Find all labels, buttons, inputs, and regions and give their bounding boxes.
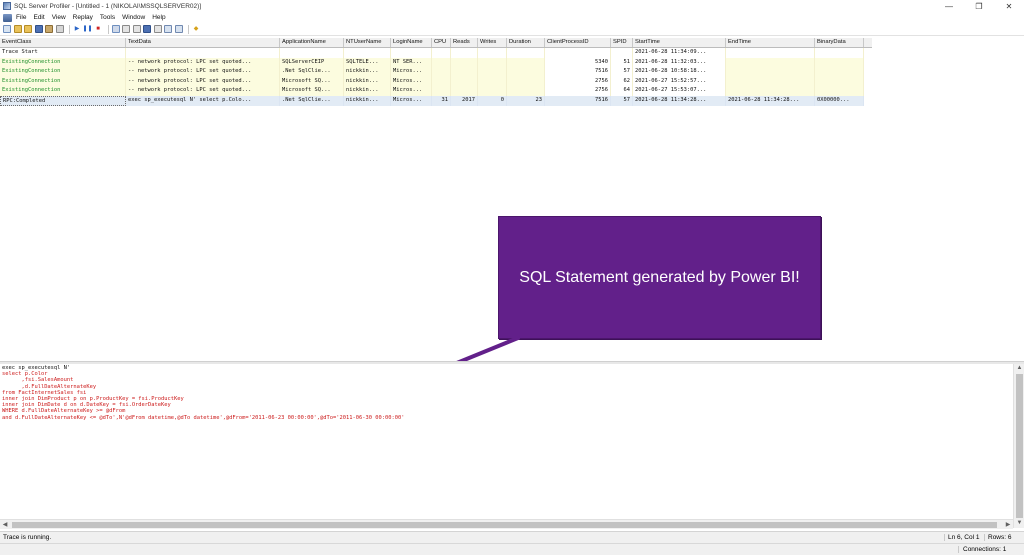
horizontal-scroll-thumb[interactable] bbox=[12, 522, 997, 528]
connection-count: Connections: 1 bbox=[958, 546, 1024, 553]
status-bar: Trace is running. Ln 6, Col 1 Rows: 6 bbox=[0, 531, 1024, 543]
scroll-right-icon[interactable]: ▶ bbox=[1003, 520, 1013, 530]
vertical-scroll-thumb[interactable] bbox=[1016, 374, 1023, 518]
status-message: Trace is running. bbox=[3, 534, 52, 541]
scroll-up-icon[interactable]: ▲ bbox=[1014, 364, 1024, 373]
scroll-left-icon[interactable]: ◀ bbox=[0, 520, 10, 530]
connection-status-bar: Connections: 1 bbox=[0, 543, 1024, 555]
scroll-down-icon[interactable]: ▼ bbox=[1014, 519, 1024, 528]
text-pane-vertical-scrollbar[interactable]: ▲ ▼ bbox=[1013, 364, 1024, 528]
sql-line: and d.FullDateAlternateKey <= @dTo',N'@d… bbox=[2, 414, 405, 421]
text-pane-horizontal-scrollbar[interactable]: ◀ ▶ bbox=[0, 519, 1013, 529]
row-count: Rows: 6 bbox=[984, 534, 1024, 541]
sql-text-pane[interactable]: exec sp_executesql N' select p.Color ,fs… bbox=[0, 364, 1013, 530]
cursor-position: Ln 6, Col 1 bbox=[944, 534, 984, 541]
